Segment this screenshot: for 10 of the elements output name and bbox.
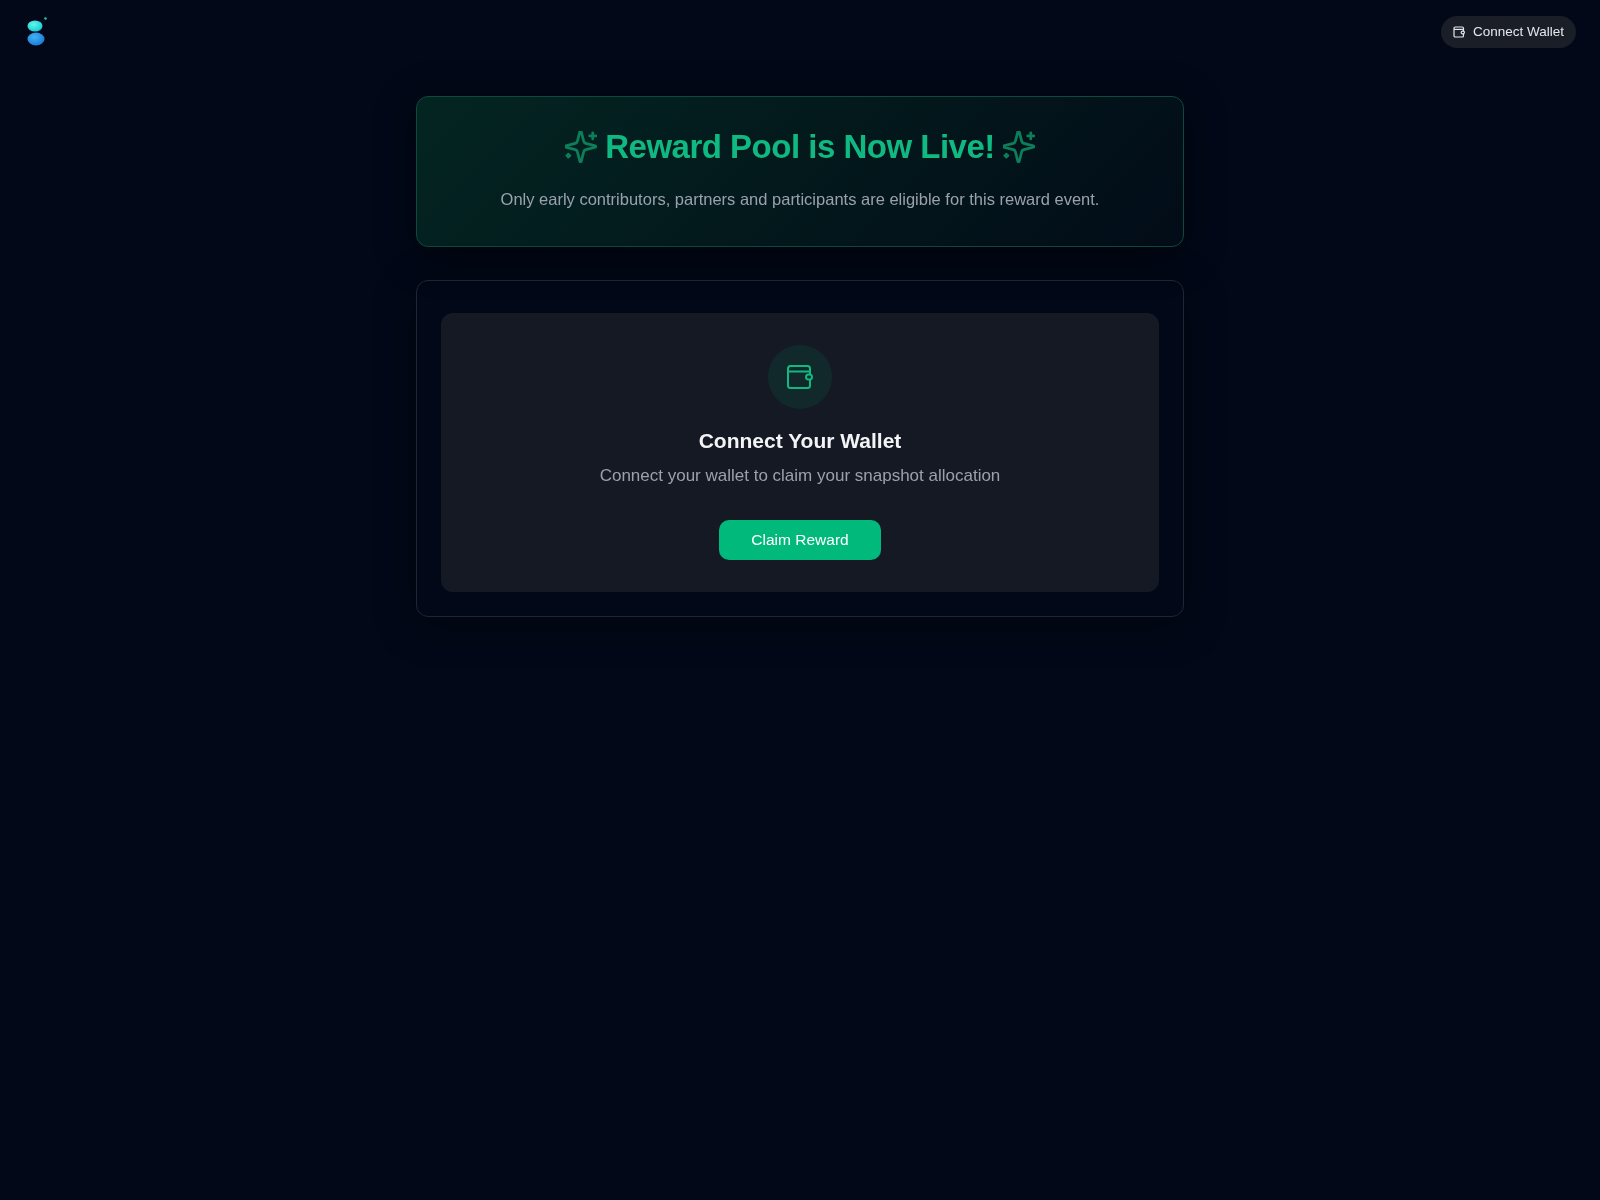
wallet-icon xyxy=(768,344,832,409)
sparkles-icon xyxy=(1002,131,1035,163)
connect-wallet-button[interactable]: Connect Wallet xyxy=(1440,16,1576,48)
banner-subtitle: Only early contributors, partners and participants are eligible for this reward event. xyxy=(499,189,1101,210)
banner-title: Reward Pool is Now Live! xyxy=(605,127,995,167)
sparkles-icon xyxy=(565,131,598,163)
panel-title: Connect Your Wallet xyxy=(698,427,902,454)
wallet-icon xyxy=(1452,26,1465,38)
panel-subtitle: Connect your wallet to claim your snapshot allocation xyxy=(599,464,1001,487)
logo-icon xyxy=(27,17,47,47)
